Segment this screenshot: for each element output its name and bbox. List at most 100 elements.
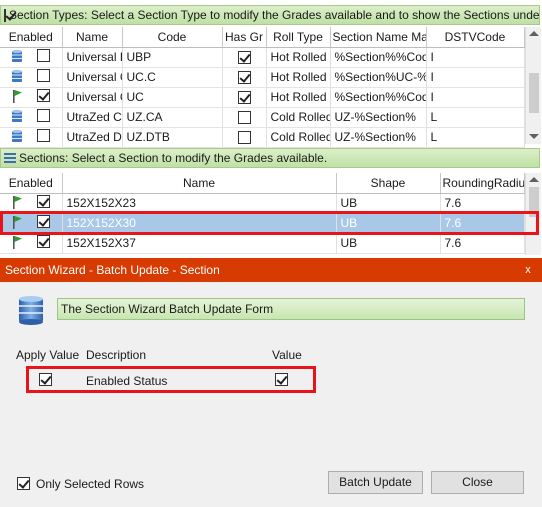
form-title-label: The Section Wizard Batch Update Form	[57, 298, 525, 320]
name-cell[interactable]: 152X152X23	[62, 193, 337, 214]
enabled-checkbox[interactable]	[37, 235, 51, 248]
enabled-checkbox[interactable]	[37, 109, 51, 122]
dstv-code-cell[interactable]: I	[426, 67, 525, 88]
has-grades-cell[interactable]	[222, 87, 267, 108]
code-cell[interactable]: UZ.CA	[122, 107, 223, 128]
section-name-mask-cell[interactable]: %Section%%Cod	[330, 87, 427, 108]
section-type-row[interactable]: UtraZed CleUZ.CA Cold RolledUZ-%Section%L	[0, 107, 525, 128]
enabled-checkbox[interactable]	[37, 69, 51, 82]
green-flag-icon	[13, 215, 23, 229]
enabled-cell[interactable]	[0, 233, 63, 254]
name-cell[interactable]: UtraZed Cle	[62, 107, 123, 128]
column-header-roll-type[interactable]: Roll Type	[266, 27, 331, 48]
name-cell[interactable]: 152X152X30	[62, 213, 337, 234]
roll-type-cell[interactable]: Cold Rolled	[266, 107, 331, 128]
sections-table: Enabled Name Shape RoundingRadiu 152X152…	[0, 173, 525, 254]
column-header-shape[interactable]: Shape	[336, 173, 441, 194]
enabled-checkbox[interactable]	[37, 89, 51, 102]
has-grades-cell[interactable]	[222, 67, 267, 88]
dstv-code-cell[interactable]: I	[426, 87, 525, 108]
roll-type-cell[interactable]: Hot Rolled	[266, 67, 331, 88]
enabled-cell[interactable]	[0, 127, 63, 148]
section-types-scrollbar[interactable]	[525, 27, 541, 144]
batch-update-button[interactable]: Batch Update	[328, 471, 423, 494]
has-grades-cell[interactable]	[222, 47, 267, 68]
column-header-dstv-code[interactable]: DSTVCode	[426, 27, 525, 48]
only-selected-rows-checkbox[interactable]	[17, 477, 30, 490]
enabled-checkbox[interactable]	[37, 49, 51, 62]
column-header-name[interactable]: Name	[62, 173, 337, 194]
shape-cell[interactable]: UB	[336, 213, 441, 234]
section-type-row[interactable]: Universal CUC Hot Rolled%Section%%CodI	[0, 87, 525, 108]
code-cell[interactable]: UBP	[122, 47, 223, 68]
has-grades-cell[interactable]	[222, 127, 267, 148]
name-cell[interactable]: Universal C	[62, 87, 123, 108]
code-cell[interactable]: UZ.DTB	[122, 127, 223, 148]
section-types-table: Enabled Name Code Has Gr Roll Type Secti…	[0, 27, 525, 148]
close-button[interactable]: Close	[431, 471, 524, 494]
rounding-radius-cell[interactable]: 7.6	[440, 233, 525, 254]
name-cell[interactable]: UtraZed Di	[62, 127, 123, 148]
column-header-section-name-mask[interactable]: Section Name Mas	[330, 27, 427, 48]
enabled-cell[interactable]	[0, 107, 63, 128]
section-row[interactable]: 152X152X30 UB 7.6	[0, 213, 525, 234]
scroll-down-arrow-icon[interactable]	[529, 134, 539, 139]
roll-type-cell[interactable]: Cold Rolled	[266, 127, 331, 148]
has-grades-cell[interactable]	[222, 107, 267, 128]
column-header-rounding-radius[interactable]: RoundingRadiu	[440, 173, 525, 194]
scrollbar-thumb[interactable]	[529, 73, 539, 113]
roll-type-cell[interactable]: Hot Rolled	[266, 87, 331, 108]
roll-type-cell[interactable]: Hot Rolled	[266, 47, 331, 68]
enabled-cell[interactable]	[0, 193, 63, 214]
scrollbar-thumb[interactable]	[529, 187, 539, 217]
dstv-code-cell[interactable]: L	[426, 127, 525, 148]
section-types-header-row: Enabled Name Code Has Gr Roll Type Secti…	[0, 27, 525, 48]
has-grades-checkbox[interactable]	[237, 131, 251, 145]
shape-cell[interactable]: UB	[336, 233, 441, 254]
scroll-up-arrow-icon[interactable]	[529, 177, 539, 182]
column-header-name[interactable]: Name	[62, 27, 123, 48]
has-grades-checkbox[interactable]	[237, 91, 251, 105]
section-name-mask-cell[interactable]: %Section%%Cod	[330, 47, 427, 68]
enabled-checkbox[interactable]	[37, 129, 51, 142]
shape-cell[interactable]: UB	[336, 193, 441, 214]
sections-scrollbar[interactable]	[525, 173, 541, 255]
section-type-row[interactable]: Universal B UBP Hot Rolled %Section%%Cod I	[0, 47, 525, 68]
has-grades-checkbox[interactable]	[237, 51, 251, 65]
enabled-cell[interactable]	[0, 87, 63, 108]
section-name-mask-cell[interactable]: UZ-%Section%	[330, 107, 427, 128]
close-icon[interactable]: x	[520, 262, 536, 278]
section-row[interactable]: 152X152X37 UB 7.6	[0, 233, 525, 254]
column-header-enabled[interactable]: Enabled	[0, 27, 63, 48]
code-cell[interactable]: UC	[122, 87, 223, 108]
name-cell[interactable]: Universal C	[62, 67, 123, 88]
dstv-code-cell[interactable]: I	[426, 47, 525, 68]
scroll-up-arrow-icon[interactable]	[529, 31, 539, 36]
has-grades-checkbox[interactable]	[237, 111, 251, 125]
dstv-code-cell[interactable]: L	[426, 107, 525, 128]
section-name-mask-cell[interactable]: UZ-%Section%	[330, 127, 427, 148]
section-type-row[interactable]: UtraZed Di UZ.DTB Cold Rolled UZ-%Section% L	[0, 127, 525, 148]
value-header: Value	[272, 348, 302, 362]
section-name-mask-cell[interactable]: %Section%UC-%	[330, 67, 427, 88]
code-cell[interactable]: UC.C	[122, 67, 223, 88]
has-grades-checkbox[interactable]	[237, 71, 251, 85]
enabled-cell[interactable]	[0, 213, 63, 234]
column-header-has-grades[interactable]: Has Gr	[222, 27, 267, 48]
name-cell[interactable]: Universal B	[62, 47, 123, 68]
apply-value-checkbox[interactable]	[39, 373, 52, 386]
enabled-cell[interactable]	[0, 47, 63, 68]
enabled-status-value-checkbox[interactable]	[275, 373, 288, 386]
column-header-code[interactable]: Code	[122, 27, 223, 48]
section-row[interactable]: 152X152X23 UB 7.6	[0, 193, 525, 214]
only-selected-rows-label: Only Selected Rows	[36, 477, 145, 491]
enabled-cell[interactable]	[0, 67, 63, 88]
column-header-enabled[interactable]: Enabled	[0, 173, 63, 194]
rounding-radius-cell[interactable]: 7.6	[440, 193, 525, 214]
enabled-checkbox[interactable]	[37, 215, 51, 228]
section-type-row[interactable]: Universal CUC.C Hot Rolled%Section%UC-%I	[0, 67, 525, 88]
section-types-toggle-checkbox[interactable]	[4, 8, 6, 22]
name-cell[interactable]: 152X152X37	[62, 233, 337, 254]
rounding-radius-cell[interactable]: 7.6	[440, 213, 525, 234]
enabled-checkbox[interactable]	[37, 195, 51, 208]
